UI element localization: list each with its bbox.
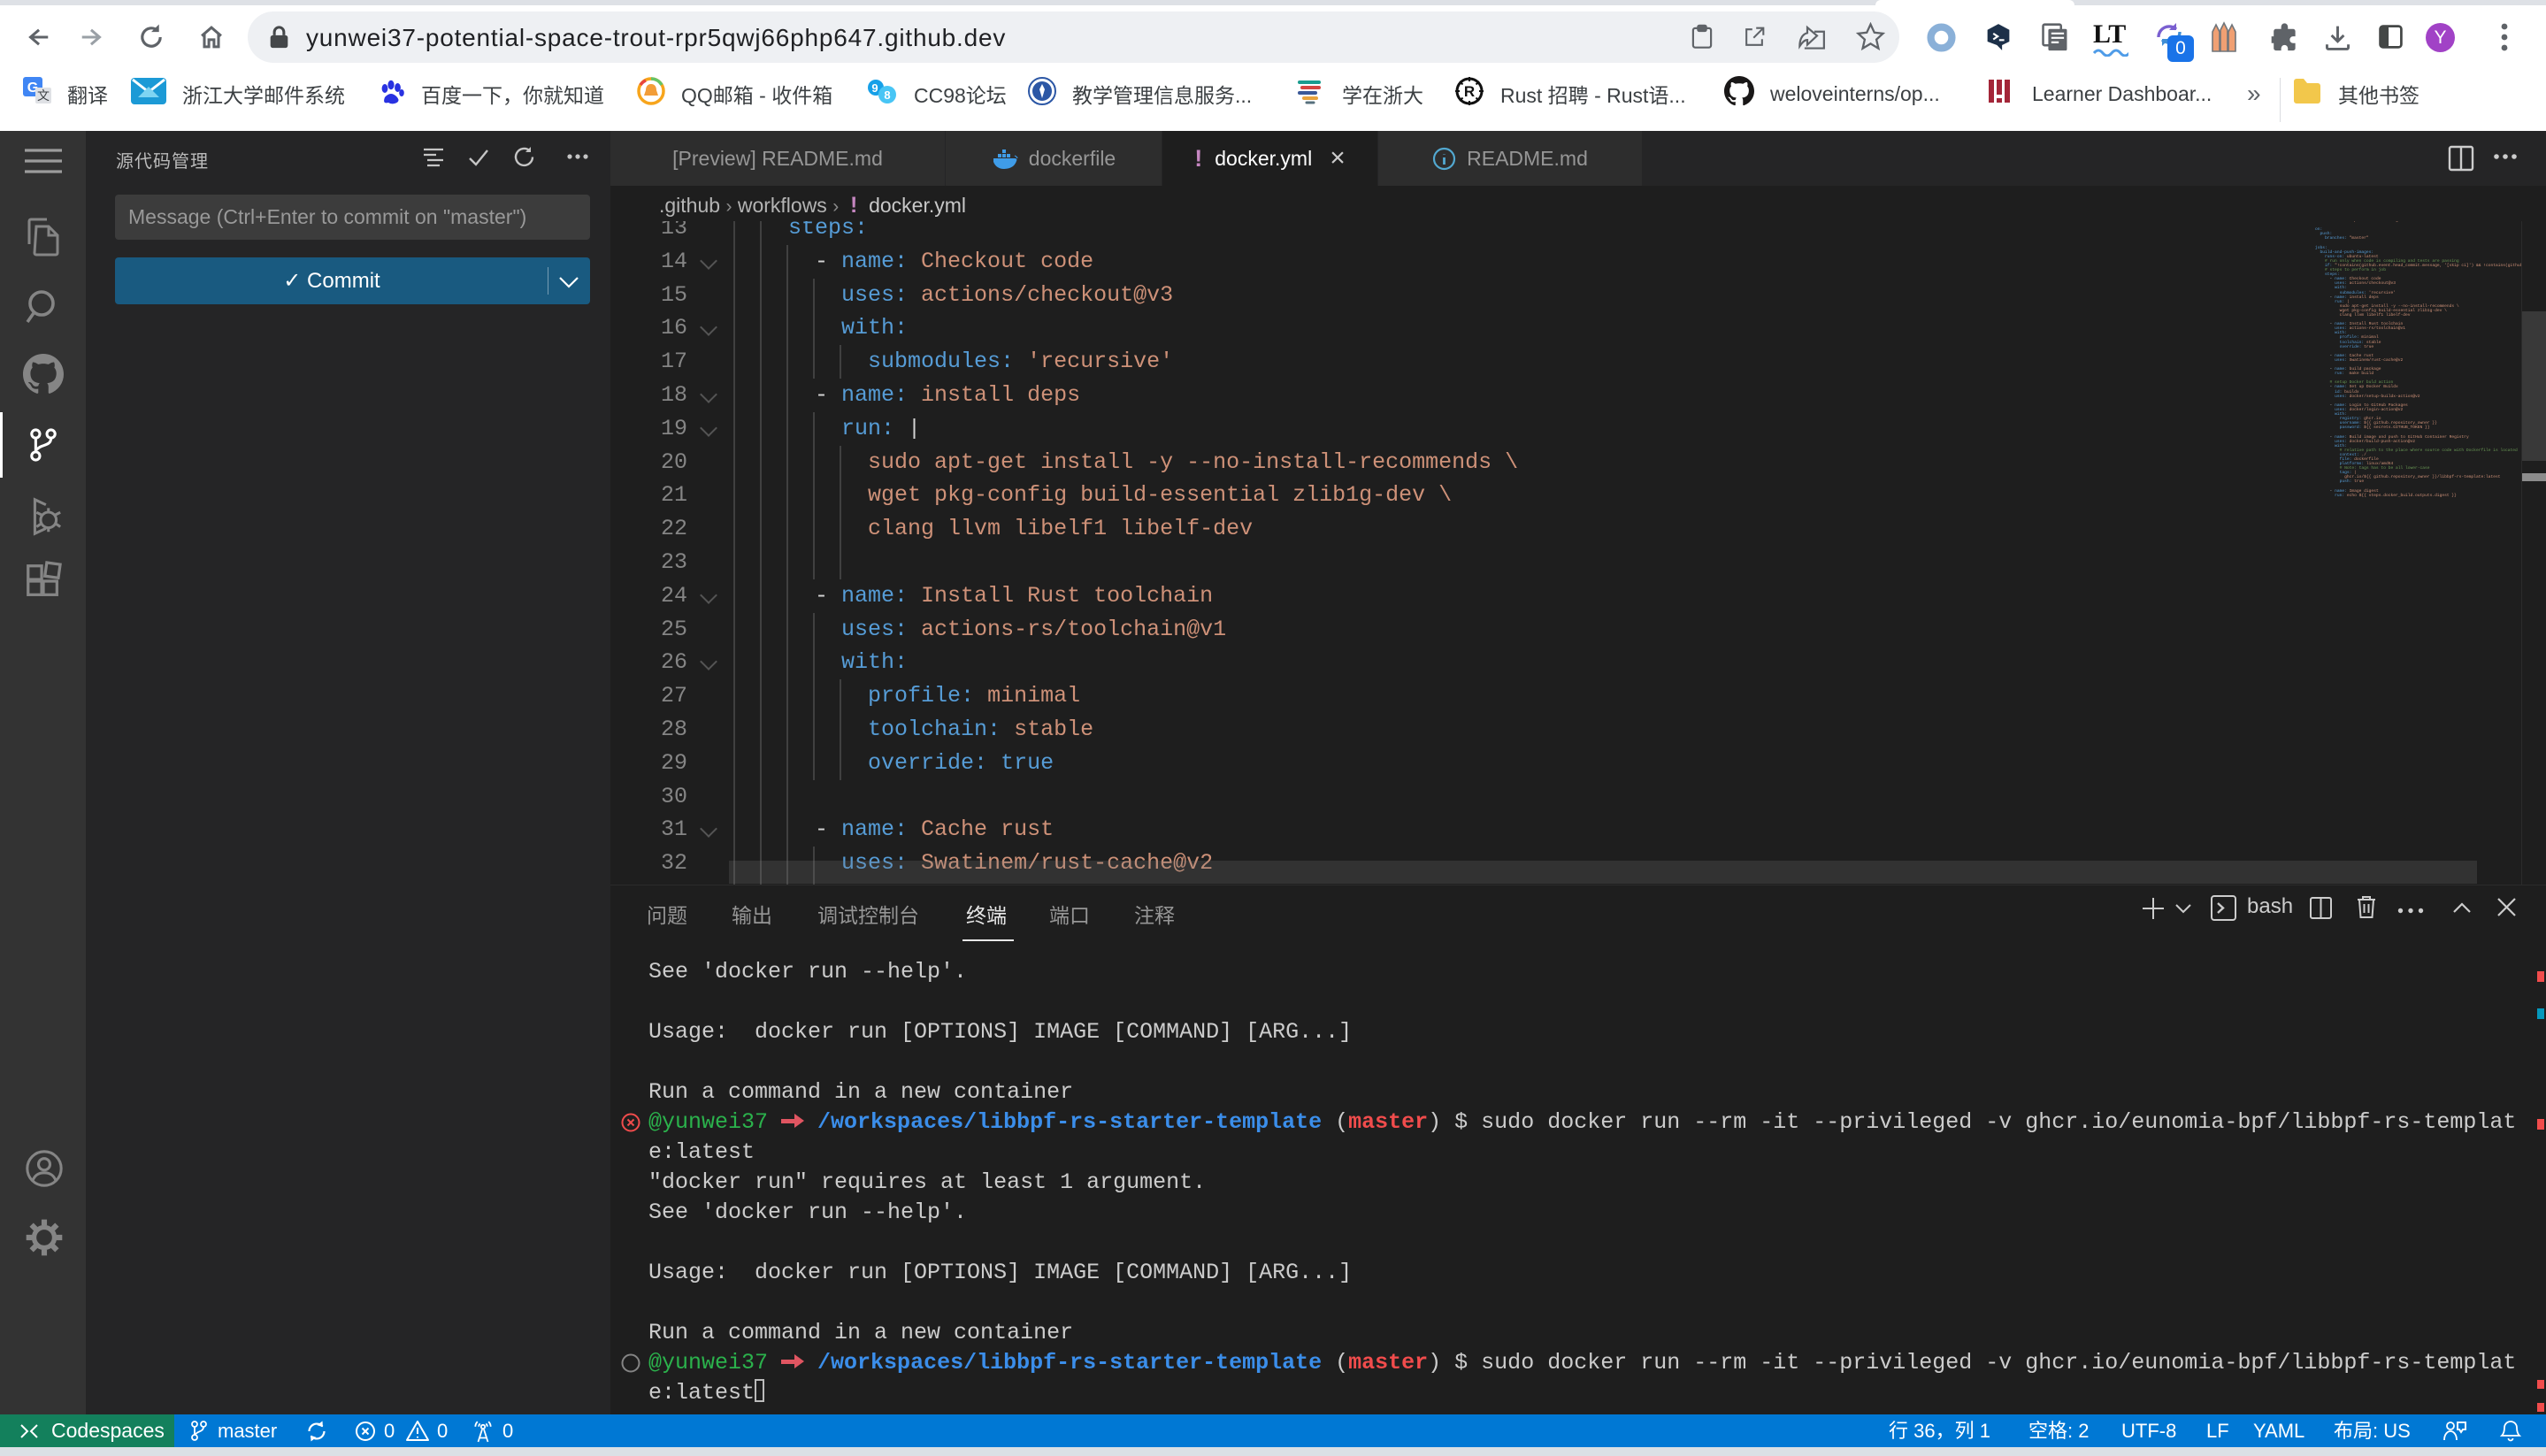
svg-text:9: 9 xyxy=(871,81,878,95)
svg-text:文: 文 xyxy=(37,88,50,103)
svg-text:R: R xyxy=(1464,83,1475,100)
svg-text:8: 8 xyxy=(884,88,890,102)
